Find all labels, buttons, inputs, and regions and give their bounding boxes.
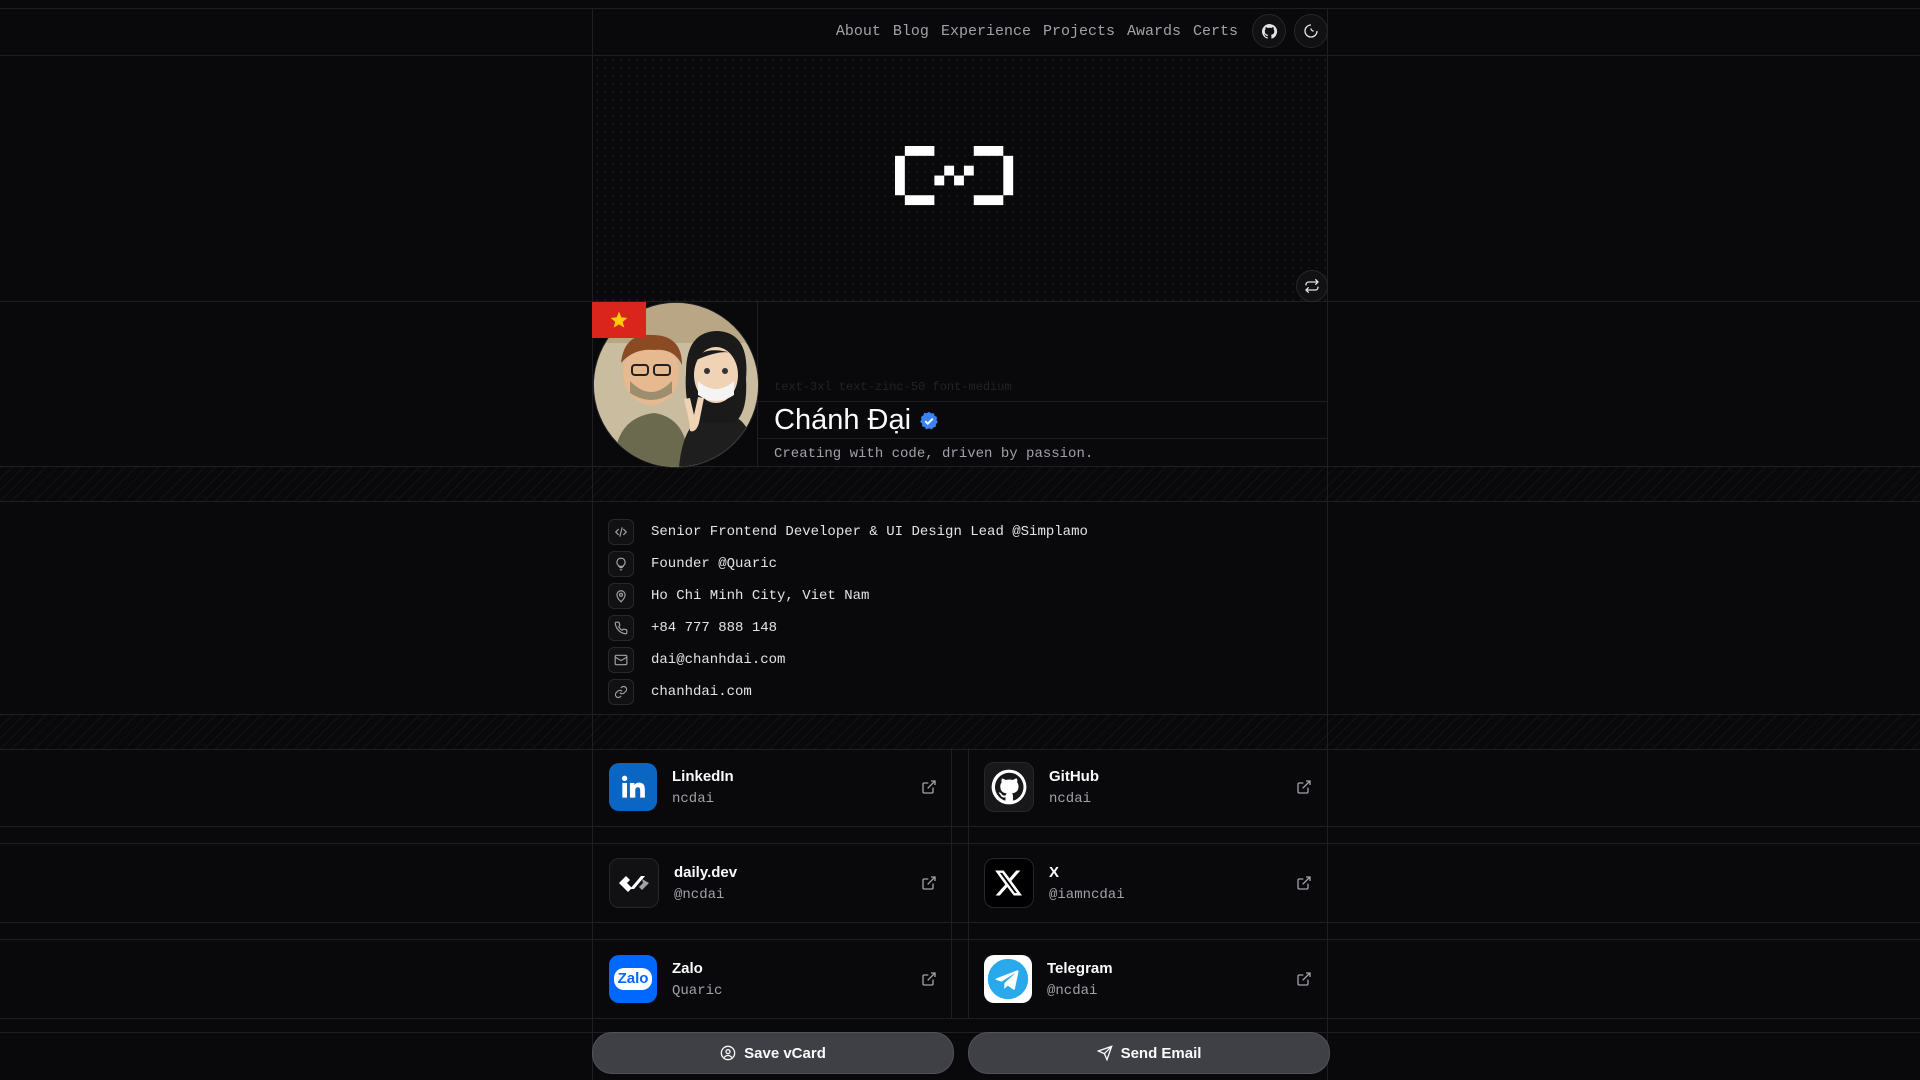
code-icon xyxy=(614,527,628,537)
brand-logo xyxy=(895,146,1014,206)
profile-name: Chánh Đại xyxy=(774,404,912,436)
x-icon xyxy=(984,858,1034,908)
divider xyxy=(0,922,1920,923)
info-row-location: Ho Chi Minh City, Viet Nam xyxy=(608,580,1088,612)
theme-toggle-icon xyxy=(1304,24,1318,38)
social-title: Telegram xyxy=(1047,959,1113,977)
info-phone-text[interactable]: +84 777 888 148 xyxy=(651,620,777,636)
map-pin-icon xyxy=(616,590,626,603)
social-handle: Quaric xyxy=(672,982,723,999)
github-button[interactable] xyxy=(1252,14,1286,48)
divider xyxy=(0,939,1920,940)
divider xyxy=(0,826,1920,827)
profile-name-row: Chánh Đại xyxy=(774,404,939,437)
social-title: LinkedIn xyxy=(672,767,734,785)
social-handle: @ncdai xyxy=(674,886,725,903)
social-handle: @ncdai xyxy=(1047,982,1098,999)
zalo-icon: Zalo xyxy=(609,955,657,1003)
dailydev-icon xyxy=(609,858,659,908)
divider xyxy=(0,843,1920,844)
nav-link-about[interactable]: About xyxy=(830,23,887,40)
nav-link-awards[interactable]: Awards xyxy=(1121,23,1187,40)
divider xyxy=(0,1032,1920,1033)
nav-link-blog[interactable]: Blog xyxy=(887,23,935,40)
info-row-email[interactable]: dai@chanhdai.com xyxy=(608,644,1088,676)
social-title: daily.dev xyxy=(674,863,738,881)
social-handle: ncdai xyxy=(672,790,715,807)
telegram-icon xyxy=(984,955,1032,1003)
github-icon xyxy=(1261,23,1277,39)
social-card-linkedin[interactable]: LinkedIn ncdai xyxy=(593,748,953,826)
info-founder-text: Founder @Quaric xyxy=(651,556,778,572)
info-job-text: Senior Frontend Developer & UI Design Le… xyxy=(651,524,1088,540)
mail-icon xyxy=(614,654,628,666)
github-icon xyxy=(984,762,1034,812)
lightbulb-icon xyxy=(616,557,626,571)
vietnam-flag xyxy=(592,302,646,338)
external-link-icon xyxy=(922,780,936,794)
link-icon xyxy=(614,685,628,699)
external-link-icon xyxy=(1297,780,1311,794)
external-link-icon xyxy=(922,876,936,890)
social-title: GitHub xyxy=(1049,767,1099,785)
send-icon xyxy=(1096,1045,1113,1061)
send-email-button[interactable]: Send Email xyxy=(968,1032,1330,1074)
social-title: Zalo xyxy=(672,959,703,977)
external-link-icon xyxy=(1297,876,1311,890)
repeat-icon xyxy=(1305,278,1319,294)
user-circle-icon xyxy=(720,1045,736,1061)
social-card-zalo[interactable]: Zalo Zalo Quaric xyxy=(593,940,953,1018)
info-email-text[interactable]: dai@chanhdai.com xyxy=(651,652,785,668)
social-card-github[interactable]: GitHub ncdai xyxy=(968,748,1328,826)
section-separator xyxy=(0,466,1920,502)
section-separator xyxy=(0,714,1920,750)
info-website-text[interactable]: chanhdai.com xyxy=(651,684,752,700)
swap-banner-button[interactable] xyxy=(1296,270,1328,302)
info-location-text: Ho Chi Minh City, Viet Nam xyxy=(651,588,870,604)
linkedin-icon xyxy=(609,763,657,811)
verified-badge-icon xyxy=(920,411,938,429)
info-row-website[interactable]: chanhdai.com xyxy=(608,676,1088,708)
social-card-telegram[interactable]: Telegram @ncdai xyxy=(968,940,1328,1018)
zalo-logo-text: Zalo xyxy=(617,970,649,987)
social-handle: @iamncdai xyxy=(1049,886,1125,903)
social-card-dailydev[interactable]: daily.dev @ncdai xyxy=(593,844,953,922)
profile-tagline: Creating with code, driven by passion. xyxy=(774,446,1094,462)
nav-link-experience[interactable]: Experience xyxy=(935,23,1037,40)
phone-icon xyxy=(614,621,628,635)
info-row-phone[interactable]: +84 777 888 148 xyxy=(608,612,1088,644)
info-row-founder: Founder @Quaric xyxy=(608,548,1088,580)
ghost-class-text: text-3xl text-zinc-50 font-medium xyxy=(774,380,1012,394)
info-list: Senior Frontend Developer & UI Design Le… xyxy=(608,516,1088,708)
divider xyxy=(0,301,1920,302)
nav-link-projects[interactable]: Projects xyxy=(1037,23,1121,40)
divider xyxy=(0,1018,1920,1019)
star-icon xyxy=(610,311,628,328)
theme-toggle-button[interactable] xyxy=(1294,14,1328,48)
social-title: X xyxy=(1049,863,1060,881)
info-row-job: Senior Frontend Developer & UI Design Le… xyxy=(608,516,1088,548)
send-email-label: Send Email xyxy=(1120,1044,1202,1062)
save-vcard-label: Save vCard xyxy=(744,1044,826,1062)
nav-link-certs[interactable]: Certs xyxy=(1187,23,1244,40)
social-card-x[interactable]: X @iamncdai xyxy=(968,844,1328,922)
external-link-icon xyxy=(1297,972,1311,986)
save-vcard-button[interactable]: Save vCard xyxy=(592,1032,954,1074)
top-nav: About Blog Experience Projects Awards Ce… xyxy=(592,8,1328,54)
external-link-icon xyxy=(922,972,936,986)
social-handle: ncdai xyxy=(1049,790,1092,807)
